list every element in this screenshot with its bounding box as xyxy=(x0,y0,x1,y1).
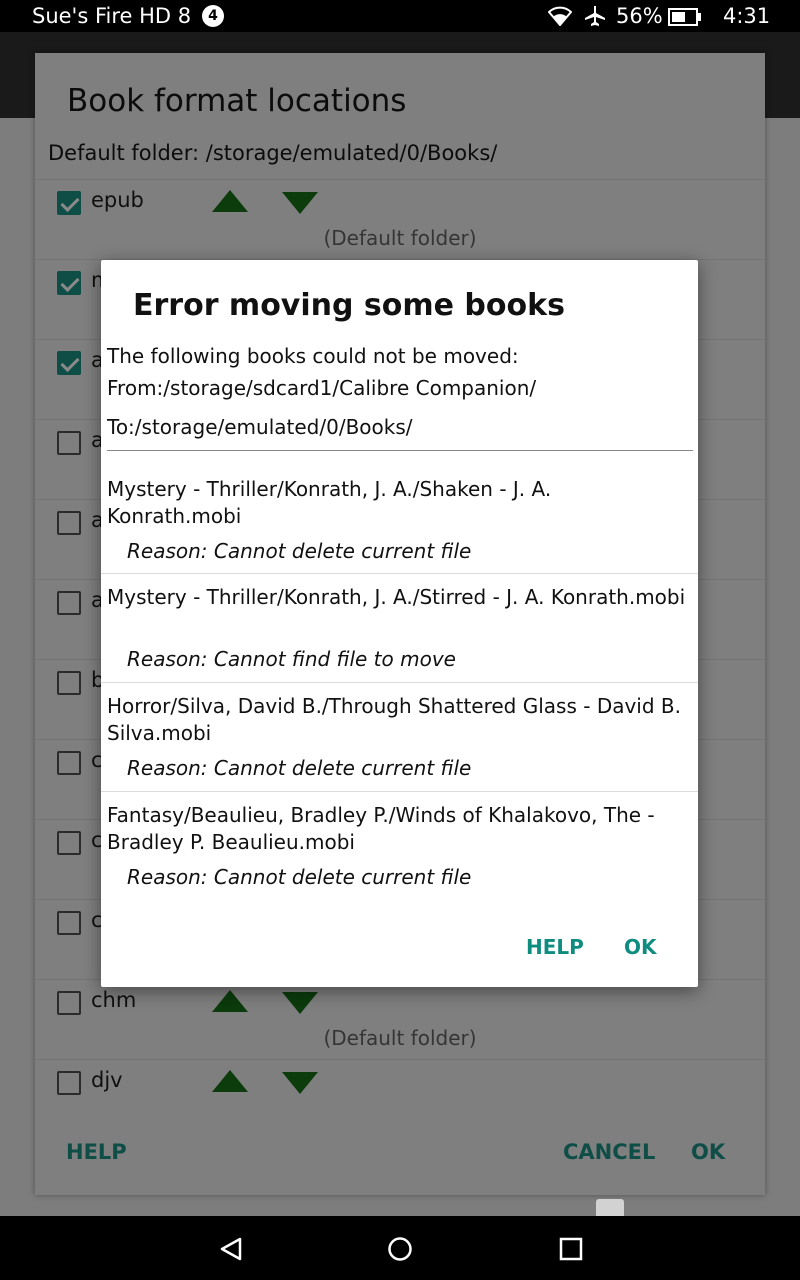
format-checkbox[interactable] xyxy=(57,591,81,615)
arrow-down-icon[interactable] xyxy=(282,992,318,1014)
failed-book-item: Mystery - Thriller/Konrath, J. A./Shaken… xyxy=(101,460,698,569)
battery-percent: 56% xyxy=(616,4,663,28)
format-name: epub xyxy=(91,188,144,212)
to-path: To:/storage/emulated/0/Books/ xyxy=(107,415,413,439)
error-help-button[interactable]: HELP xyxy=(526,935,584,959)
book-path: Mystery - Thriller/Konrath, J. A./Shaken… xyxy=(107,477,552,528)
navigation-bar xyxy=(0,1216,800,1280)
dialog-title: Book format locations xyxy=(67,83,407,119)
floating-handle[interactable] xyxy=(596,1199,624,1216)
device-name: Sue's Fire HD 8 xyxy=(32,4,192,28)
format-folder-label: (Default folder) xyxy=(323,1026,477,1050)
failed-book-item: Mystery - Thriller/Konrath, J. A./Stirre… xyxy=(101,573,698,682)
from-path: From:/storage/sdcard1/Calibre Companion/ xyxy=(107,376,537,400)
format-row: epub (Default folder) xyxy=(35,179,765,259)
home-icon[interactable] xyxy=(387,1236,413,1262)
airplane-icon xyxy=(585,6,605,26)
arrow-up-icon[interactable] xyxy=(212,1070,248,1092)
failed-book-item: Fantasy/Beaulieu, Bradley P./Winds of Kh… xyxy=(101,791,698,900)
arrow-down-icon[interactable] xyxy=(282,192,318,214)
wifi-icon xyxy=(548,6,572,26)
book-reason: Reason: Cannot delete current file xyxy=(127,539,472,563)
book-path: Mystery - Thriller/Konrath, J. A./Stirre… xyxy=(107,585,686,609)
error-dialog-title: Error moving some books xyxy=(133,288,565,323)
format-checkbox[interactable] xyxy=(57,431,81,455)
format-checkbox[interactable] xyxy=(57,911,81,935)
format-checkbox[interactable] xyxy=(57,351,81,375)
notification-count-badge: 4 xyxy=(202,5,224,27)
ok-button[interactable]: OK xyxy=(691,1140,725,1164)
book-reason: Reason: Cannot delete current file xyxy=(127,865,472,889)
format-checkbox[interactable] xyxy=(57,671,81,695)
format-checkbox[interactable] xyxy=(57,271,81,295)
divider xyxy=(107,450,693,451)
failed-book-item: Horror/Silva, David B./Through Shattered… xyxy=(101,682,698,791)
book-reason: Reason: Cannot delete current file xyxy=(127,756,472,780)
format-name: djv xyxy=(91,1068,123,1092)
arrow-up-icon[interactable] xyxy=(212,990,248,1012)
format-checkbox[interactable] xyxy=(57,191,81,215)
back-icon[interactable] xyxy=(218,1236,244,1262)
format-name: chm xyxy=(91,988,137,1012)
format-checkbox[interactable] xyxy=(57,831,81,855)
format-checkbox[interactable] xyxy=(57,751,81,775)
arrow-up-icon[interactable] xyxy=(212,190,248,212)
format-row: chm (Default folder) xyxy=(35,979,765,1059)
book-path: Horror/Silva, David B./Through Shattered… xyxy=(107,694,681,745)
battery-icon xyxy=(668,8,701,26)
book-path: Fantasy/Beaulieu, Bradley P./Winds of Kh… xyxy=(107,803,655,854)
format-checkbox[interactable] xyxy=(57,1071,81,1095)
error-intro-text: The following books could not be moved: xyxy=(107,344,519,368)
format-folder-label: (Default folder) xyxy=(323,226,477,250)
recents-icon[interactable] xyxy=(559,1237,583,1261)
format-row: djv xyxy=(35,1059,765,1139)
help-button[interactable]: HELP xyxy=(66,1140,127,1164)
default-folder-label: Default folder: /storage/emulated/0/Book… xyxy=(48,141,498,165)
format-checkbox[interactable] xyxy=(57,991,81,1015)
cancel-button[interactable]: CANCEL xyxy=(563,1140,655,1164)
error-dialog: Error moving some books The following bo… xyxy=(101,260,698,987)
error-ok-button[interactable]: OK xyxy=(624,935,657,959)
format-checkbox[interactable] xyxy=(57,511,81,535)
book-reason: Reason: Cannot find file to move xyxy=(127,647,456,671)
clock: 4:31 xyxy=(723,4,771,28)
arrow-down-icon[interactable] xyxy=(282,1072,318,1094)
status-bar: Sue's Fire HD 8 4 56% 4:31 xyxy=(0,0,800,32)
